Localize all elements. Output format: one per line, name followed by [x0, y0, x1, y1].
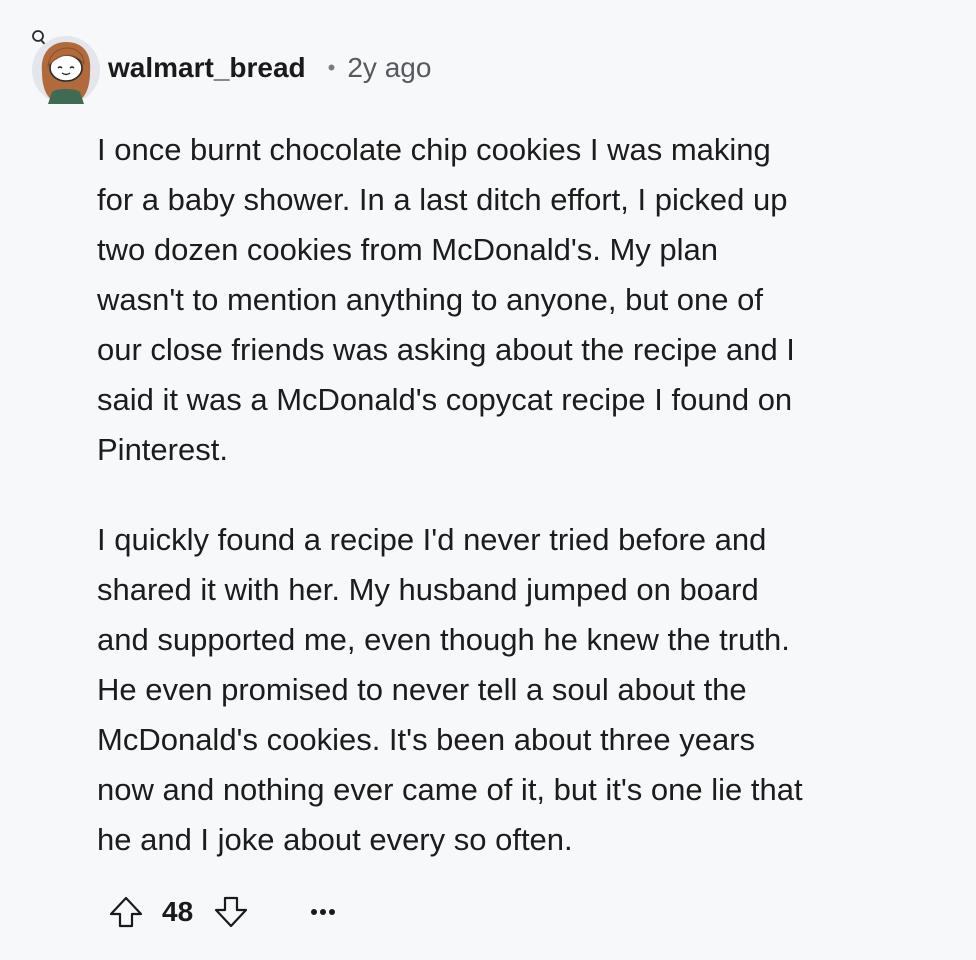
meta-separator: •	[327, 55, 336, 80]
snoo-avatar-icon	[32, 30, 100, 104]
comment-header: walmart_bread • 2y ago	[108, 50, 431, 86]
timestamp[interactable]: 2y ago	[347, 52, 431, 84]
more-options-icon	[311, 909, 336, 915]
downvote-arrow-icon	[215, 896, 248, 928]
vote-score: 48	[162, 896, 194, 927]
upvote-button[interactable]	[104, 890, 148, 934]
comment-actions: 48	[104, 890, 343, 934]
comment: walmart_bread • 2y ago I once burnt choc…	[0, 0, 976, 960]
more-options-button[interactable]	[303, 892, 343, 932]
username-link[interactable]: walmart_bread	[108, 52, 306, 84]
upvote-arrow-icon	[109, 896, 143, 928]
downvote-button[interactable]	[209, 890, 253, 934]
comment-paragraph: I once burnt chocolate chip cookies I wa…	[97, 132, 795, 467]
comment-paragraph: I quickly found a recipe I'd never tried…	[97, 522, 803, 857]
user-avatar[interactable]	[28, 26, 104, 106]
comment-body: I once burnt chocolate chip cookies I wa…	[97, 125, 957, 865]
